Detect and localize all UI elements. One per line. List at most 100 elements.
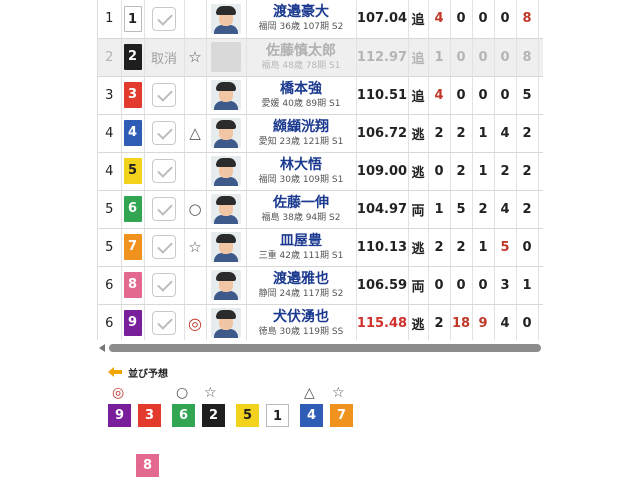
frame-number-cell: 5 <box>121 152 145 191</box>
select-cell[interactable] <box>144 266 185 305</box>
rider-name[interactable]: 橋本強 <box>247 81 356 97</box>
select-checkbox[interactable] <box>152 235 176 259</box>
stat-cell: 0 <box>494 76 517 115</box>
prediction-rider-box: 8 <box>136 454 159 477</box>
bracket-number: 5 <box>98 228 122 267</box>
entry-table-container: 11渡邉豪大福岡 36歳 107期 S2107.04追40008322取消☆佐藤… <box>97 0 543 340</box>
select-checkbox[interactable] <box>152 197 176 221</box>
select-cell[interactable] <box>144 114 185 153</box>
stat-cell: 2 <box>538 190 543 229</box>
select-checkbox[interactable] <box>152 311 176 335</box>
table-row[interactable]: 69◎犬伏湧也徳島 30歳 119期 SS115.48逃2189400 <box>98 304 543 340</box>
bracket-number: 1 <box>98 0 122 39</box>
rider-name[interactable]: 林大悟 <box>247 157 356 173</box>
stat-cell: 0 <box>538 304 543 340</box>
frame-number-cell: 8 <box>121 266 145 305</box>
rider-info: 福島 48歳 78期 S1 <box>261 60 341 71</box>
photo-cell <box>206 190 247 229</box>
rider-cell[interactable]: 橋本強 愛媛 40歳 89期 S1 <box>246 76 357 115</box>
prediction-mark: △ <box>189 124 201 142</box>
select-checkbox[interactable] <box>152 159 176 183</box>
table-row[interactable]: 11渡邉豪大福岡 36歳 107期 S2107.04追400083 <box>98 0 543 39</box>
style-cell: 逃 <box>408 304 429 340</box>
select-cell[interactable] <box>144 0 185 39</box>
rider-name[interactable]: 佐藤慎太郎 <box>247 43 356 59</box>
stat-cell: 0 <box>494 38 517 77</box>
select-cell[interactable] <box>144 76 185 115</box>
rider-cell[interactable]: 犬伏湧也 徳島 30歳 119期 SS <box>246 304 357 340</box>
frame-number: 6 <box>123 196 142 222</box>
select-cell[interactable] <box>144 304 185 340</box>
stat-cell: 2 <box>428 114 451 153</box>
stat-cell: 8 <box>516 0 539 39</box>
rider-info: 福岡 30歳 109期 S1 <box>258 174 344 185</box>
left-arrow-icon <box>108 367 122 377</box>
select-cell[interactable] <box>144 152 185 191</box>
stat-cell: 4 <box>538 38 543 77</box>
frame-number-cell: 6 <box>121 190 145 229</box>
rider-cell[interactable]: 皿屋豊 三重 42歳 111期 S1 <box>246 228 357 267</box>
rider-info: 三重 42歳 111期 S1 <box>258 250 344 261</box>
scroll-left-arrow-icon[interactable] <box>99 344 105 352</box>
rider-cell[interactable]: 林大悟 福岡 30歳 109期 S1 <box>246 152 357 191</box>
select-cell[interactable] <box>144 190 185 229</box>
stat-cell: 2 <box>516 190 539 229</box>
prediction-rider-box: 9 <box>108 404 131 427</box>
rider-name[interactable]: 渡邉豪大 <box>247 4 356 20</box>
select-checkbox[interactable] <box>152 6 176 31</box>
select-checkbox[interactable] <box>152 273 176 297</box>
bracket-number: 2 <box>98 38 122 77</box>
avatar <box>211 156 241 186</box>
frame-number: 7 <box>123 234 142 260</box>
rider-cell[interactable]: 纐纈洸翔 愛知 23歳 121期 S1 <box>246 114 357 153</box>
table-row[interactable]: 45林大悟福岡 30歳 109期 S1109.00逃021220 <box>98 152 543 191</box>
style-cell: 両 <box>408 190 429 229</box>
rider-name[interactable]: 佐藤一伸 <box>247 195 356 211</box>
scrollbar-track[interactable] <box>109 344 541 352</box>
rider-cell[interactable]: 渡邉雅也 静岡 24歳 117期 S2 <box>246 266 357 305</box>
avatar <box>211 118 241 148</box>
stat-cell: 5 <box>450 190 473 229</box>
rider-name[interactable]: 渡邉雅也 <box>247 271 356 287</box>
horizontal-scrollbar[interactable] <box>97 342 543 354</box>
table-row[interactable]: 57☆皿屋豊三重 42歳 111期 S1110.13逃221500 <box>98 228 543 267</box>
rider-name[interactable]: 纐纈洸翔 <box>247 119 356 135</box>
scrollbar-thumb[interactable] <box>109 344 541 352</box>
stat-cell: 0 <box>428 152 451 191</box>
table-row[interactable]: 44△纐纈洸翔愛知 23歳 121期 S1106.72逃221421 <box>98 114 543 153</box>
stat-cell: 0 <box>450 266 473 305</box>
rider-cell[interactable]: 渡邉豪大 福岡 36歳 107期 S2 <box>246 0 357 39</box>
bracket-number: 4 <box>98 114 122 153</box>
table-row[interactable]: 22取消☆佐藤慎太郎福島 48歳 78期 S1112.97追100084 <box>98 38 543 77</box>
avatar <box>211 232 241 262</box>
table-row[interactable]: 56○佐藤一伸福島 38歳 94期 S2104.97両152422 <box>98 190 543 229</box>
avatar <box>211 194 241 224</box>
stat-cell: 0 <box>472 76 495 115</box>
rider-cell[interactable]: 佐藤一伸 福島 38歳 94期 S2 <box>246 190 357 229</box>
photo-cell <box>206 38 247 77</box>
mark-cell: ☆ <box>184 228 207 267</box>
table-row[interactable]: 68渡邉雅也静岡 24歳 117期 S2106.59両000310 <box>98 266 543 305</box>
mark-cell <box>184 266 207 305</box>
rider-cell[interactable]: 佐藤慎太郎 福島 48歳 78期 S1 <box>246 38 357 77</box>
table-row[interactable]: 33橋本強愛媛 40歳 89期 S1110.51追400057 <box>98 76 543 115</box>
photo-cell <box>206 228 247 267</box>
stat-cell: 0 <box>428 266 451 305</box>
rider-name[interactable]: 皿屋豊 <box>247 233 356 249</box>
stat-cell: 2 <box>450 114 473 153</box>
stat-cell: 2 <box>516 152 539 191</box>
stat-cell: 0 <box>472 266 495 305</box>
stat-cell: 0 <box>538 152 543 191</box>
stat-cell: 2 <box>516 114 539 153</box>
select-checkbox[interactable] <box>152 121 176 145</box>
stat-cell: 2 <box>472 190 495 229</box>
prediction-symbol: ☆ <box>204 385 217 401</box>
rider-info: 福島 38歳 94期 S2 <box>261 212 341 223</box>
select-cell[interactable] <box>144 228 185 267</box>
stat-cell: 2 <box>450 152 473 191</box>
frame-number: 3 <box>123 82 142 108</box>
stat-cell: 0 <box>450 76 473 115</box>
avatar <box>211 308 241 338</box>
select-checkbox[interactable] <box>152 83 176 107</box>
rider-name[interactable]: 犬伏湧也 <box>247 309 356 325</box>
